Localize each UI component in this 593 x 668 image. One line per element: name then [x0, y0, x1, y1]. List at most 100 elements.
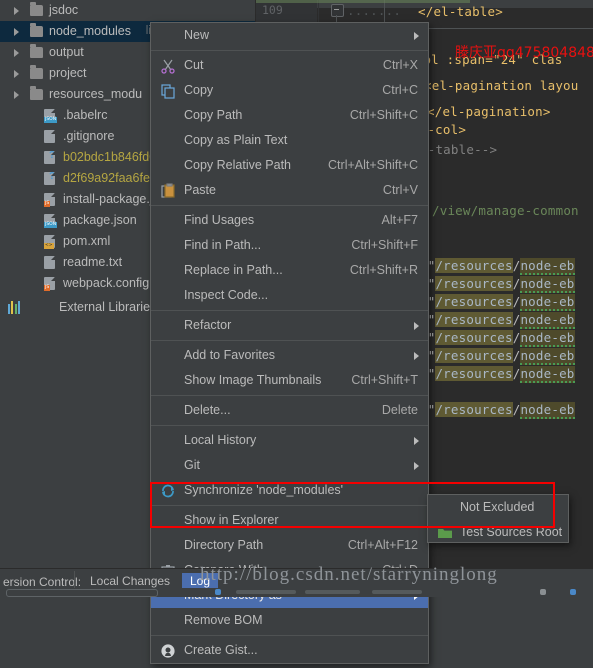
menu-item-label: Cut — [184, 58, 204, 72]
refresh-icon[interactable] — [215, 589, 221, 595]
tree-item-label: install-package.j — [63, 192, 153, 206]
menu-item-paste[interactable]: Paste Ctrl+V — [151, 178, 428, 203]
user-label[interactable] — [372, 590, 422, 594]
code-line-resource: ="/resources/node-eb — [420, 348, 575, 365]
cut-icon — [160, 58, 176, 74]
menu-item-copy[interactable]: Copy Ctrl+C — [151, 78, 428, 103]
menu-item-find-usages[interactable]: Find Usages Alt+F7 — [151, 208, 428, 233]
tree-item-label: webpack.config.j — [63, 276, 156, 290]
menu-item-label: New — [184, 28, 210, 42]
menu-item-cut[interactable]: Cut Ctrl+X — [151, 53, 428, 78]
menu-item-shortcut: Ctrl+X — [382, 58, 418, 72]
question-badge: ? — [49, 171, 56, 182]
menu-item-copy-relative-path[interactable]: Copy Relative Path Ctrl+Alt+Shift+C — [151, 153, 428, 178]
tree-item-label: jsdoc — [49, 3, 79, 17]
tree-item-label: resources_modu — [49, 87, 143, 101]
menu-item-copy-as-plain-text[interactable]: Copy as Plain Text — [151, 128, 428, 153]
menu-item-refactor[interactable]: Refactor — [151, 313, 428, 338]
js-file-icon: JS — [44, 193, 55, 207]
paste-icon — [160, 183, 176, 199]
menu-item-git[interactable]: Git — [151, 453, 428, 478]
folder-icon — [30, 2, 43, 16]
code-line-resource: ="/resources/node-eb — [420, 312, 575, 329]
tree-item-label: External Libraries — [59, 300, 157, 314]
json-badge: JSON — [44, 222, 58, 228]
menu-item-remove-bom[interactable]: Remove BOM — [151, 608, 428, 633]
code-line: </el-pagination> — [427, 104, 551, 119]
menu-item-copy-path[interactable]: Copy Path Ctrl+Shift+C — [151, 103, 428, 128]
menu-item-new[interactable]: New — [151, 23, 428, 48]
submenu-arrow-icon — [414, 322, 419, 330]
expand-arrow-icon[interactable] — [14, 7, 19, 15]
submenu-arrow-icon — [414, 352, 419, 360]
menu-item-inspect-code[interactable]: Inspect Code... — [151, 283, 428, 308]
menu-item-shortcut: Alt+F7 — [381, 213, 418, 227]
menu-item-find-in-path[interactable]: Find in Path... Ctrl+Shift+F — [151, 233, 428, 258]
folder-icon — [30, 86, 43, 100]
text-file-icon — [44, 130, 55, 143]
menu-item-label: Show Image Thumbnails — [184, 373, 322, 387]
filter-label[interactable] — [236, 590, 296, 594]
menu-item-replace-in-path[interactable]: Replace in Path... Ctrl+Shift+R — [151, 258, 428, 283]
help-icon[interactable] — [570, 589, 576, 595]
github-icon — [160, 643, 176, 659]
js-file-icon: JS — [44, 277, 55, 291]
menu-item-add-to-favorites[interactable]: Add to Favorites — [151, 343, 428, 368]
expand-arrow-icon[interactable] — [14, 91, 19, 99]
js-badge: JS — [44, 285, 51, 291]
tree-item-label: package.json — [63, 213, 137, 227]
version-control-label: ersion Control: — [3, 575, 82, 589]
copy-icon — [160, 83, 176, 99]
menu-item-label: Git — [184, 458, 200, 472]
json-file-icon: JSON — [44, 109, 58, 123]
library-bar — [17, 301, 20, 314]
menu-item-directory-path[interactable]: Directory Path Ctrl+Alt+F12 — [151, 533, 428, 558]
expand-arrow-icon[interactable] — [14, 49, 19, 57]
code-line-resource: ="/resources/node-eb — [420, 258, 575, 275]
tree-item-label: readme.txt — [63, 255, 123, 269]
code-line-resource: ="/resources/node-eb — [420, 294, 575, 311]
settings-icon[interactable] — [540, 589, 546, 595]
library-bar — [14, 304, 17, 314]
menu-separator — [151, 635, 428, 636]
tree-item-label: node_modules — [49, 24, 132, 38]
tree-item-label: pom.xml — [63, 234, 111, 248]
menu-item-shortcut: Ctrl+Alt+F12 — [347, 538, 418, 552]
code-fold-icon[interactable] — [331, 4, 344, 17]
line-number: 109 — [262, 3, 283, 17]
menu-separator — [151, 310, 428, 311]
code-line-resource: ="/resources/node-eb — [420, 330, 575, 347]
folder-icon — [30, 44, 43, 58]
menu-item-delete[interactable]: Delete... Delete — [151, 398, 428, 423]
menu-item-shortcut: Ctrl+C — [382, 83, 418, 97]
js-badge: JS — [44, 201, 51, 207]
code-line-resource: ="/resources/node-eb — [420, 276, 575, 293]
bottom-toolbar-row[interactable] — [0, 588, 593, 597]
json-file-icon: JSON — [44, 214, 58, 228]
folder-icon — [30, 23, 43, 37]
code-line: /view/manage-common — [432, 203, 579, 218]
menu-item-label: Local History — [184, 433, 257, 447]
submenu-arrow-icon — [414, 32, 419, 40]
menu-separator — [151, 340, 428, 341]
tree-item-jsdoc[interactable]: jsdoc — [0, 0, 256, 21]
branch-label[interactable] — [305, 590, 360, 594]
code-line: <el-pagination layou — [424, 78, 579, 93]
expand-arrow-icon[interactable] — [14, 28, 19, 36]
expand-arrow-icon[interactable] — [14, 70, 19, 78]
menu-separator — [151, 50, 428, 51]
menu-item-local-history[interactable]: Local History — [151, 428, 428, 453]
menu-item-create-gist[interactable]: Create Gist... — [151, 638, 428, 663]
menu-item-shortcut: Ctrl+Shift+R — [349, 263, 418, 277]
menu-item-label: Remove BOM — [184, 613, 263, 627]
menu-separator — [151, 425, 428, 426]
menu-item-label: Delete... — [184, 403, 231, 417]
menu-item-label: Copy Relative Path — [184, 158, 292, 172]
question-badge: ? — [49, 150, 56, 161]
menu-item-show-image-thumbnails[interactable]: Show Image Thumbnails Ctrl+Shift+T — [151, 368, 428, 393]
submenu-arrow-icon — [414, 462, 419, 470]
unknown-file-icon: ? — [44, 171, 55, 185]
menu-item-label: Refactor — [184, 318, 232, 332]
tree-item-label: d2f69a92faa6fe9 — [63, 171, 157, 185]
red-watermark-text: 滕庆亚qq475804848 — [455, 45, 593, 61]
